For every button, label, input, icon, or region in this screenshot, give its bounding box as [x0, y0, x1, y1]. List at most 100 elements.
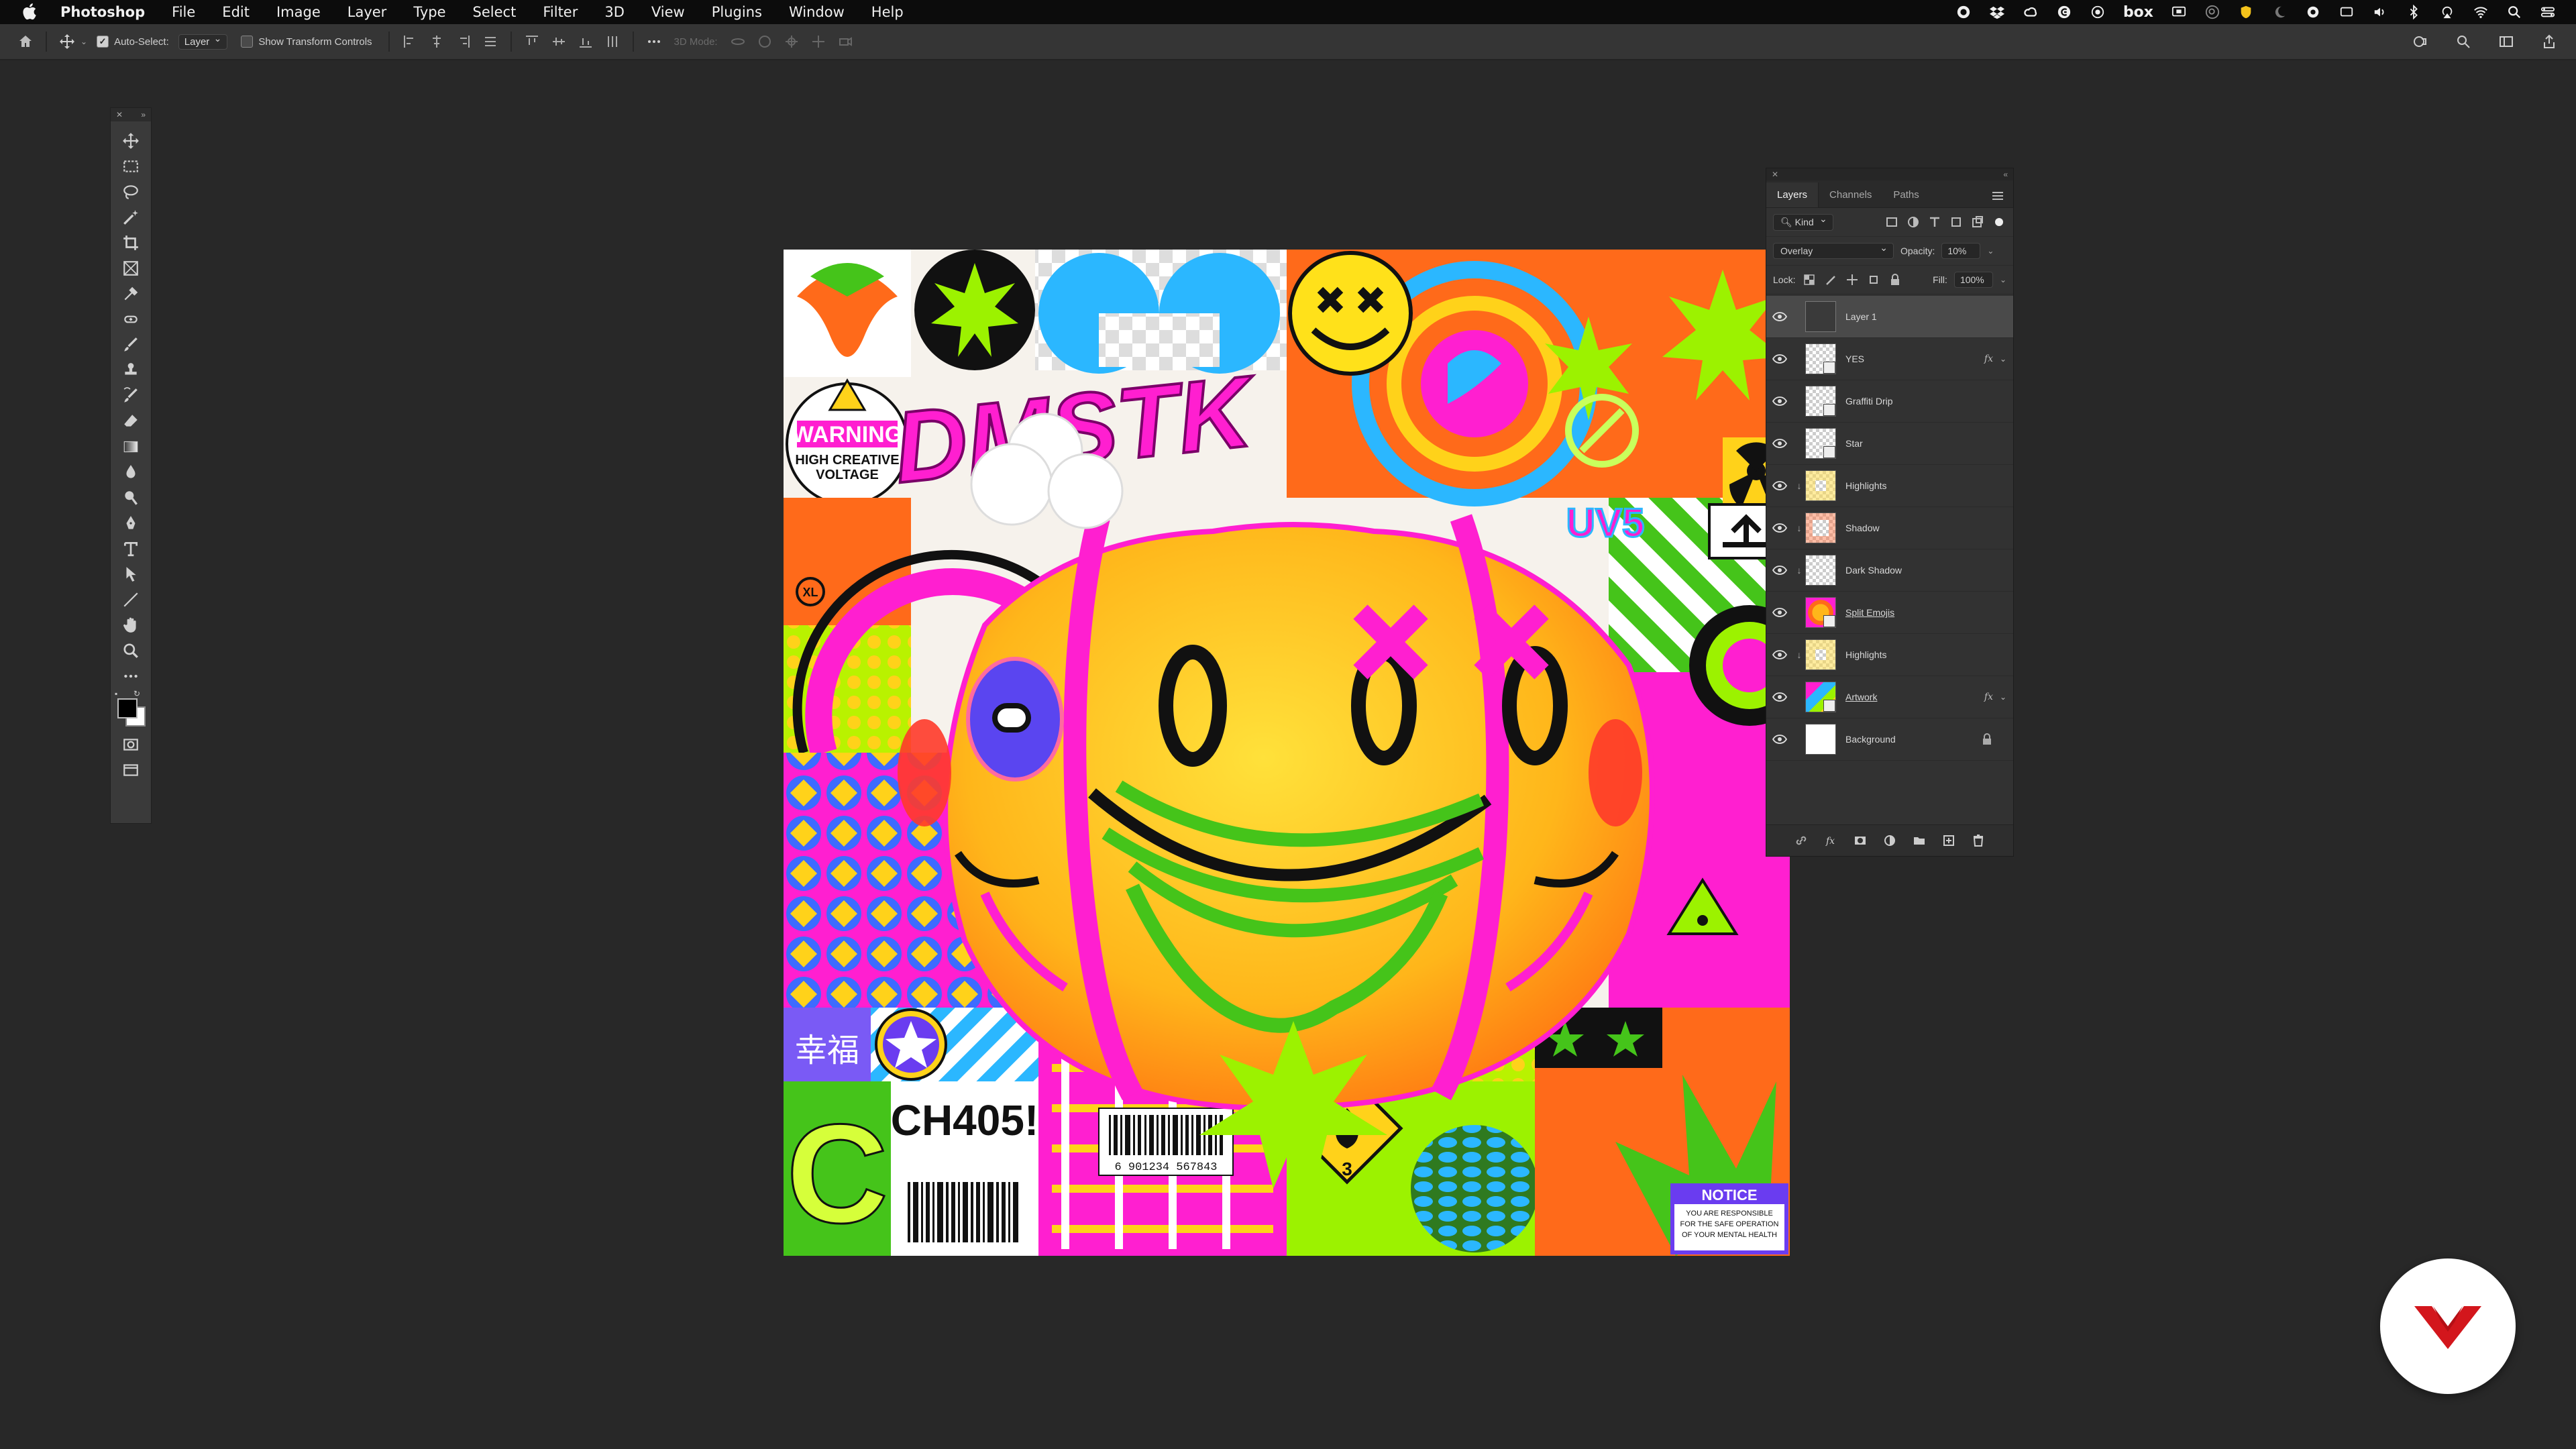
layer-row[interactable]: Graffiti Drip	[1766, 380, 2013, 423]
layer-row[interactable]: ↓ Shadow	[1766, 507, 2013, 549]
fill-chevron-icon[interactable]: ⌄	[2000, 275, 2006, 284]
menu-type[interactable]: Type	[413, 4, 445, 20]
filter-pixel-icon[interactable]	[1884, 215, 1899, 229]
tab-layers[interactable]: Layers	[1766, 182, 1819, 207]
dodge-tool[interactable]	[111, 485, 151, 511]
fx-icon[interactable]: fx	[1984, 354, 1993, 364]
filter-toggle-icon[interactable]	[1992, 215, 2006, 229]
spotlight-icon[interactable]	[2506, 5, 2522, 19]
3d-pan-icon[interactable]	[782, 32, 801, 51]
expand-effects-icon[interactable]: ⌄	[2000, 354, 2006, 364]
layer-row[interactable]: Background	[1766, 718, 2013, 761]
move-tool-icon[interactable]	[58, 32, 76, 51]
swap-colors-icon[interactable]: ↻	[133, 689, 140, 698]
visibility-eye-icon[interactable]	[1766, 692, 1793, 702]
layer-row[interactable]: Artwork fx ⌄	[1766, 676, 2013, 718]
visibility-eye-icon[interactable]	[1766, 566, 1793, 575]
more-options-icon[interactable]	[645, 32, 663, 51]
align-left-icon[interactable]	[400, 32, 419, 51]
new-group-icon[interactable]	[1912, 833, 1927, 848]
creative-cloud-icon[interactable]	[2023, 5, 2039, 19]
search-icon[interactable]	[2454, 32, 2473, 51]
edit-toolbar-tool[interactable]	[111, 663, 151, 689]
add-mask-icon[interactable]	[1853, 833, 1868, 848]
app-menu-photoshop[interactable]: Photoshop	[60, 4, 145, 20]
layer-row[interactable]: YES fx ⌄	[1766, 338, 2013, 380]
menu-edit[interactable]: Edit	[222, 4, 250, 20]
menu-filter[interactable]: Filter	[543, 4, 578, 20]
gradient-tool[interactable]	[111, 434, 151, 460]
opacity-chevron-icon[interactable]: ⌄	[1987, 246, 1994, 256]
align-top-icon[interactable]	[523, 32, 541, 51]
menu-window[interactable]: Window	[789, 4, 845, 20]
visibility-eye-icon[interactable]	[1766, 735, 1793, 744]
apple-menu-icon[interactable]	[20, 2, 40, 22]
align-bottom-icon[interactable]	[576, 32, 595, 51]
layer-row[interactable]: ↓ Dark Shadow	[1766, 549, 2013, 592]
distribute-h-icon[interactable]	[481, 32, 500, 51]
dropbox-icon[interactable]	[1989, 5, 2005, 19]
visibility-eye-icon[interactable]	[1766, 608, 1793, 617]
lock-artboard-icon[interactable]	[1866, 272, 1881, 287]
menu-3d[interactable]: 3D	[604, 4, 625, 20]
tools-panel-header[interactable]: ✕»	[111, 108, 151, 121]
visibility-eye-icon[interactable]	[1766, 481, 1793, 490]
menu-plugins[interactable]: Plugins	[712, 4, 762, 20]
layer-row[interactable]: ↓ Highlights	[1766, 634, 2013, 676]
lock-position-icon[interactable]	[1845, 272, 1860, 287]
link-layers-icon[interactable]	[1794, 833, 1809, 848]
workspace-icon[interactable]	[2497, 32, 2516, 51]
record-icon[interactable]	[1955, 5, 1972, 19]
blend-mode-dropdown[interactable]: Overlay	[1773, 242, 1894, 259]
visibility-eye-icon[interactable]	[1766, 439, 1793, 448]
box-status-text[interactable]: box	[2123, 4, 2153, 21]
tab-paths[interactable]: Paths	[1882, 189, 1929, 207]
filter-type-icon[interactable]	[1927, 215, 1942, 229]
layer-lock-icon[interactable]	[1981, 733, 1993, 745]
layers-panel-titlebar[interactable]: ✕ «	[1766, 168, 2013, 180]
lasso-tool[interactable]	[111, 179, 151, 205]
eraser-tool[interactable]	[111, 409, 151, 434]
fx-icon[interactable]: fx	[1984, 692, 1993, 702]
auto-select-target-dropdown[interactable]: Layer	[178, 33, 228, 50]
bluetooth-icon[interactable]	[2406, 5, 2422, 19]
filter-shape-icon[interactable]	[1949, 215, 1964, 229]
hand-tool[interactable]	[111, 612, 151, 638]
add-fx-icon[interactable]: fx	[1823, 833, 1838, 848]
eyedropper-tool[interactable]	[111, 281, 151, 307]
learn-icon[interactable]	[2411, 32, 2430, 51]
clone-stamp-tool[interactable]	[111, 358, 151, 383]
lock-transparent-icon[interactable]	[1802, 272, 1817, 287]
control-center-icon[interactable]	[2540, 5, 2556, 19]
3d-slide-icon[interactable]	[809, 32, 828, 51]
healing-brush-tool[interactable]	[111, 307, 151, 332]
crop-tool[interactable]	[111, 230, 151, 256]
align-middle-v-icon[interactable]	[549, 32, 568, 51]
collapse-icon[interactable]: «	[2003, 170, 2008, 179]
menu-layer[interactable]: Layer	[347, 4, 387, 20]
expand-effects-icon[interactable]: ⌄	[2000, 692, 2006, 702]
line-tool[interactable]	[111, 587, 151, 612]
share-icon[interactable]	[2540, 32, 2559, 51]
foreground-color-swatch[interactable]	[117, 698, 138, 718]
zoom-tool[interactable]	[111, 638, 151, 663]
shield-icon[interactable]	[2238, 5, 2254, 19]
3d-roll-icon[interactable]	[755, 32, 774, 51]
history-brush-tool[interactable]	[111, 383, 151, 409]
visibility-eye-icon[interactable]	[1766, 650, 1793, 659]
menu-help[interactable]: Help	[871, 4, 904, 20]
filter-kind-dropdown[interactable]: 🔍︎ Kind	[1773, 213, 1833, 231]
display-icon[interactable]	[2339, 5, 2355, 19]
tool-preset-chevron-icon[interactable]: ⌄	[80, 37, 87, 46]
3d-scale-icon[interactable]	[836, 32, 855, 51]
blur-tool[interactable]	[111, 460, 151, 485]
close-icon[interactable]: ✕	[116, 110, 123, 119]
volume-icon[interactable]	[2372, 5, 2388, 19]
collapse-icon[interactable]: »	[141, 110, 146, 119]
3d-orbit-icon[interactable]	[729, 32, 747, 51]
show-transform-checkbox[interactable]	[241, 36, 254, 48]
document-canvas[interactable]: WARNING HIGH CREATIVE VOLTAGE DMSTK XL 幸…	[784, 250, 1790, 1256]
filter-adjustment-icon[interactable]	[1906, 215, 1921, 229]
camera-icon[interactable]	[2305, 5, 2321, 19]
type-tool[interactable]	[111, 536, 151, 561]
